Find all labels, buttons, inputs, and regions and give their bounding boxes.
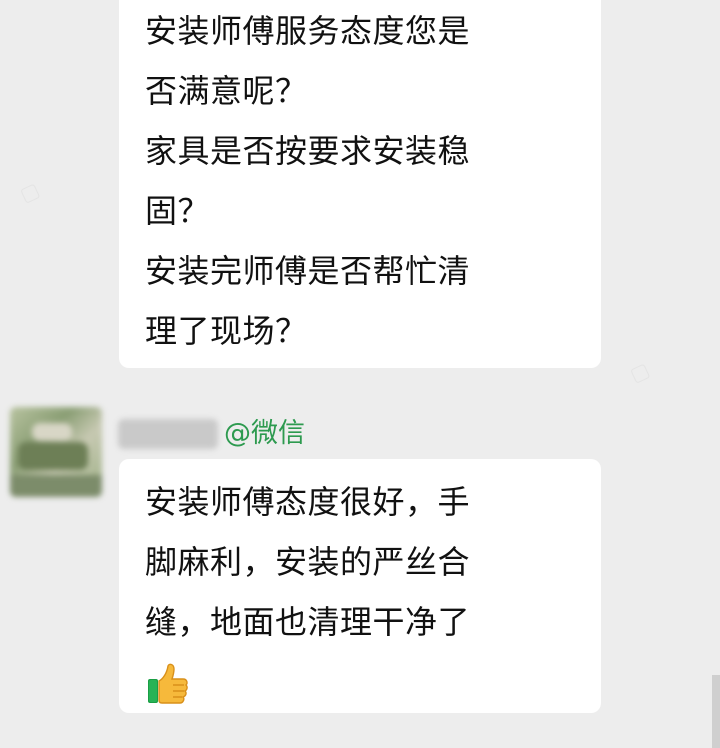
message-line: 家具是否按要求安装稳 (145, 132, 471, 170)
message-line: 安装完师傅是否帮忙清 (145, 252, 471, 290)
message-bubble-incoming[interactable]: 安装师傅服务态度您是 否满意呢？ 家具是否按要求安装稳 固？ 安装完师傅是否帮忙… (119, 0, 601, 368)
watermark: ▢ (16, 177, 43, 207)
avatar[interactable] (10, 407, 102, 497)
message-line: 安装师傅服务态度您是 (145, 12, 471, 50)
emoji-line (145, 652, 581, 712)
thumbs-up-icon (148, 663, 188, 704)
scrollbar[interactable] (712, 675, 720, 748)
message-line: 安装师傅态度很好，手 (145, 483, 471, 521)
sender-row: @微信 (118, 414, 305, 454)
sender-source-tag[interactable]: @微信 (224, 414, 305, 454)
message-bubble-reply[interactable]: 安装师傅态度很好，手 脚麻利，安装的严丝合 缝，地面也清理干净了 (119, 459, 601, 713)
message-line: 否满意呢？ (145, 72, 308, 110)
message-line: 固？ (145, 192, 211, 230)
message-line: 缝，地面也清理干净了 (145, 603, 471, 641)
sender-name-redacted (118, 419, 218, 449)
watermark: ▢ (626, 357, 653, 387)
message-line: 理了现场？ (145, 312, 308, 350)
message-line: 脚麻利，安装的严丝合 (145, 543, 471, 581)
chat-view: ▢ ▢ 安装师傅服务态度您是 否满意呢？ 家具是否按要求安装稳 固？ 安装完师傅… (0, 0, 720, 748)
